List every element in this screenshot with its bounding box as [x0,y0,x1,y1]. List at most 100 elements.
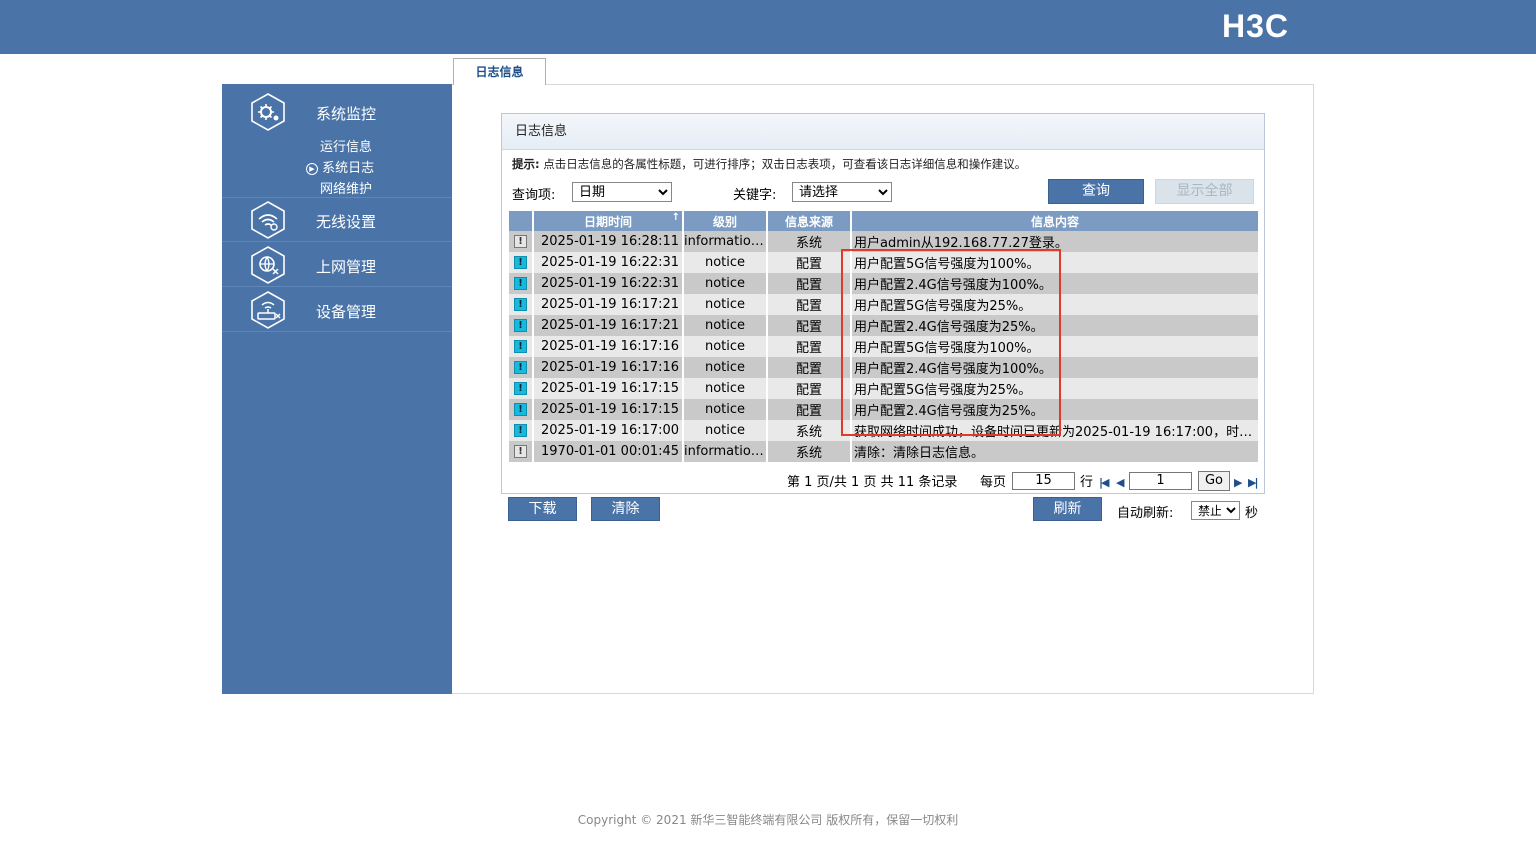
sidebar-section-monitor[interactable]: 系统监控 运行信息 ▶ 系统日志 网络维护 [222,84,452,198]
table-row[interactable]: ! 2025-01-19 16:17:21 notice 配置 用户配置5G信号强度为2… [509,294,1260,315]
sidebar-section-internet[interactable]: 上网管理 [222,242,452,287]
hint-text: 提示: 点击日志信息的各属性标题，可进行排序；双击日志表项，可查看该日志详细信息… [512,156,1026,172]
table-row[interactable]: ! 1970-01-01 00:01:45 informational 系统 清除：清除… [509,441,1260,462]
sidebar-section-device[interactable]: 设备管理 [222,287,452,332]
table-row[interactable]: ! 2025-01-19 16:17:15 notice 配置 用户配置5G信号强度为2… [509,378,1260,399]
cell-datetime: 2025-01-19 16:17:21 [533,315,684,336]
level-icon-cell: ! [509,231,534,252]
seconds-label: 秒 [1245,506,1259,521]
query-button[interactable]: 查询 [1048,179,1144,204]
table-row[interactable]: ! 2025-01-19 16:22:31 notice 配置 用户配置2.4G信号强度… [509,273,1260,294]
cell-level: notice [683,273,768,294]
sidebar-item-run-info[interactable]: 运行信息 [320,136,372,155]
last-page-icon[interactable]: ▶| [1248,476,1259,489]
sidebar-item-label: 系统日志 [322,161,375,176]
level-icon-cell: ! [509,336,534,357]
cell-source: 系统 [767,420,852,441]
sidebar: 系统监控 运行信息 ▶ 系统日志 网络维护 无线设置 上网管理 设备管理 [222,84,452,694]
active-item-icon: ▶ [306,163,318,175]
cell-datetime: 2025-01-19 16:17:15 [533,399,684,420]
cell-message: 用户配置5G信号强度为25%。 [851,294,1260,315]
table-row[interactable]: ! 2025-01-19 16:17:16 notice 配置 用户配置2.4G信号强度… [509,357,1260,378]
level-icon-cell: ! [509,273,534,294]
cell-message: 用户配置5G信号强度为100%。 [851,336,1260,357]
next-page-icon[interactable]: ▶ [1234,476,1243,489]
header-datetime[interactable]: 日期时间 ↑ [533,211,684,231]
per-page-label: 每页 [980,475,1007,490]
gear-monitor-icon [248,92,288,132]
cell-datetime: 2025-01-19 16:17:15 [533,378,684,399]
notice-level-icon: ! [514,298,527,311]
query-select[interactable]: 日期 [572,182,672,202]
cell-datetime: 2025-01-19 16:17:16 [533,336,684,357]
notice-level-icon: ! [514,361,527,374]
cell-source: 配置 [767,399,852,420]
page-number-input[interactable]: 1 [1129,472,1192,490]
notice-level-icon: ! [514,424,527,437]
cell-source: 配置 [767,315,852,336]
sort-asc-icon: ↑ [671,212,680,223]
panel-title: 日志信息 [502,114,1264,150]
table-row[interactable]: ! 2025-01-19 16:17:16 notice 配置 用户配置5G信号强度为1… [509,336,1260,357]
cell-level: notice [683,315,768,336]
per-page-input[interactable]: 15 [1012,472,1075,490]
cell-message: 清除：清除日志信息。 [851,441,1260,462]
level-icon-cell: ! [509,357,534,378]
cell-level: notice [683,378,768,399]
cell-message: 用户配置2.4G信号强度为100%。 [851,273,1260,294]
header-level[interactable]: 级别 [683,211,768,231]
cell-datetime: 1970-01-01 00:01:45 [533,441,684,462]
notice-level-icon: ! [514,382,527,395]
header-content[interactable]: 信息内容 [851,211,1260,231]
cell-message: 用户admin从192.168.77.27登录。 [851,231,1260,252]
auto-refresh-label: 自动刷新: [1117,506,1174,521]
go-button[interactable]: Go [1198,471,1230,491]
table-row[interactable]: ! 2025-01-19 16:22:31 notice 配置 用户配置5G信号强度为1… [509,252,1260,273]
log-panel: 日志信息 提示: 点击日志信息的各属性标题，可进行排序；双击日志表项，可查看该日… [501,113,1265,494]
cell-message: 用户配置5G信号强度为25%。 [851,378,1260,399]
h3c-logo: H3C [1222,8,1290,44]
sidebar-item-system-log[interactable]: ▶ 系统日志 [306,157,374,176]
cell-level: notice [683,294,768,315]
row-unit-label: 行 [1080,475,1094,490]
globe-network-icon [248,245,288,285]
download-button[interactable]: 下载 [508,497,577,521]
level-icon-cell: ! [509,294,534,315]
keyword-select[interactable]: 请选择 [792,182,892,202]
cell-datetime: 2025-01-19 16:17:21 [533,294,684,315]
table-row[interactable]: ! 2025-01-19 16:17:15 notice 配置 用户配置2.4G信号强度… [509,399,1260,420]
notice-level-icon: ! [514,277,527,290]
footer-copyright: Copyright © 2021 新华三智能终端有限公司 版权所有，保留一切权利 [577,813,959,827]
clear-button[interactable]: 清除 [591,497,660,521]
tab-log-info[interactable]: 日志信息 [453,58,546,85]
refresh-button[interactable]: 刷新 [1033,497,1102,521]
cell-message: 获取网络时间成功，设备时间已更新为2025-01-19 16:17:00，时区为… [851,420,1260,441]
pager-summary: 第 1 页/共 1 页 共 11 条记录 [787,475,958,490]
cell-source: 系统 [767,231,852,252]
first-page-icon[interactable]: |◀ [1099,476,1110,489]
keyword-label: 关键字: [733,188,777,203]
sidebar-section-title: 系统监控 [316,105,377,123]
prev-page-icon[interactable]: ◀ [1116,476,1125,489]
level-icon-cell: ! [509,315,534,336]
cell-source: 配置 [767,294,852,315]
cell-level: notice [683,252,768,273]
cell-source: 配置 [767,273,852,294]
show-all-button[interactable]: 显示全部 [1155,179,1254,204]
hint-label: 提示: [512,157,540,171]
hint-content: 点击日志信息的各属性标题，可进行排序；双击日志表项，可查看该日志详细信息和操作建… [543,157,1027,171]
cell-datetime: 2025-01-19 16:17:00 [533,420,684,441]
table-row[interactable]: ! 2025-01-19 16:17:21 notice 配置 用户配置2.4G信号强度… [509,315,1260,336]
auto-refresh-select[interactable]: 禁止 [1191,501,1240,520]
table-row[interactable]: ! 2025-01-19 16:28:11 informational 系统 用户adm… [509,231,1260,252]
notice-level-icon: ! [514,403,527,416]
sidebar-section-title: 设备管理 [316,303,377,321]
cell-datetime: 2025-01-19 16:28:11 [533,231,684,252]
sidebar-item-network-maint[interactable]: 网络维护 [320,178,372,197]
level-icon-cell: ! [509,252,534,273]
cell-message: 用户配置2.4G信号强度为100%。 [851,357,1260,378]
table-row[interactable]: ! 2025-01-19 16:17:00 notice 系统 获取网络时间成功，设备时… [509,420,1260,441]
header-source[interactable]: 信息来源 [767,211,852,231]
cell-datetime: 2025-01-19 16:22:31 [533,252,684,273]
sidebar-section-wireless[interactable]: 无线设置 [222,198,452,242]
